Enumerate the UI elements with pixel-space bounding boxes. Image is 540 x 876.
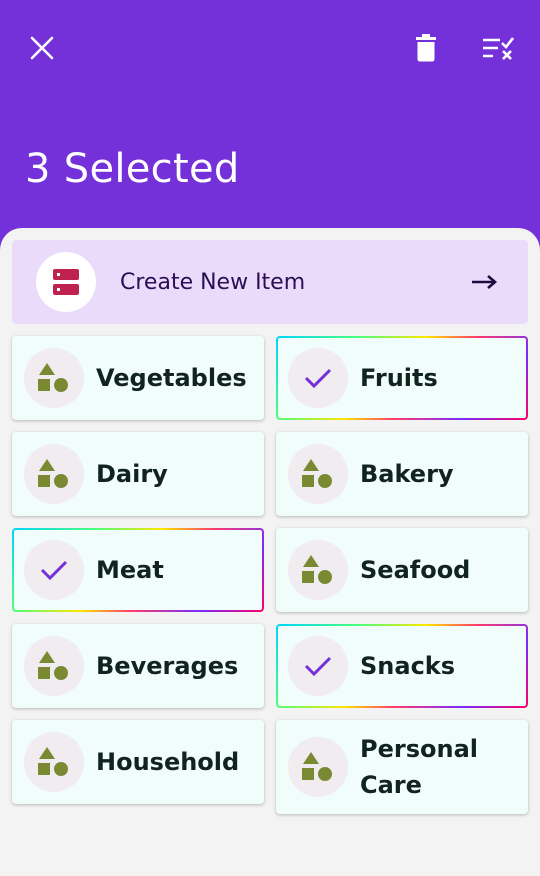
category-icon xyxy=(302,459,332,488)
category-label: Bakery xyxy=(360,460,454,488)
category-label: Snacks xyxy=(360,652,456,680)
category-avatar xyxy=(24,444,84,504)
create-item-avatar xyxy=(36,252,96,312)
category-card-vegetables[interactable]: Vegetables xyxy=(12,336,264,420)
delete-button[interactable] xyxy=(402,24,450,72)
category-card-snacks[interactable]: Snacks xyxy=(276,624,528,708)
deselect-all-icon xyxy=(483,37,514,60)
selected-avatar xyxy=(24,540,84,600)
category-card-bakery[interactable]: Bakery xyxy=(276,432,528,516)
category-label: Meat xyxy=(96,556,164,584)
check-icon xyxy=(304,368,332,389)
selected-avatar xyxy=(288,348,348,408)
category-icon xyxy=(38,363,68,392)
category-card-personal-care[interactable]: Personal Care xyxy=(276,720,528,814)
category-card-household[interactable]: Household xyxy=(12,720,264,804)
category-card-seafood[interactable]: Seafood xyxy=(276,528,528,612)
category-icon xyxy=(38,459,68,488)
trash-icon xyxy=(416,34,436,62)
category-card-meat[interactable]: Meat xyxy=(12,528,264,612)
storage-icon xyxy=(53,269,79,295)
page-title: 3 Selected xyxy=(25,146,240,192)
category-icon xyxy=(38,747,68,776)
category-avatar xyxy=(24,636,84,696)
category-card-beverages[interactable]: Beverages xyxy=(12,624,264,708)
category-card-dairy[interactable]: Dairy xyxy=(12,432,264,516)
category-icon xyxy=(302,752,332,781)
category-label: Dairy xyxy=(96,460,168,488)
category-avatar xyxy=(288,444,348,504)
category-label: Beverages xyxy=(96,652,239,680)
category-label: Vegetables xyxy=(96,364,247,392)
check-icon xyxy=(40,560,68,581)
category-label: Personal Care xyxy=(360,735,478,799)
category-label: Seafood xyxy=(360,556,471,584)
category-icon xyxy=(38,651,68,680)
close-icon xyxy=(30,36,54,60)
category-avatar xyxy=(288,540,348,600)
category-label: Household xyxy=(96,748,240,776)
close-button[interactable] xyxy=(18,24,66,72)
category-avatar xyxy=(24,732,84,792)
category-icon xyxy=(302,555,332,584)
category-avatar xyxy=(288,737,348,797)
create-item-label: Create New Item xyxy=(120,269,306,295)
category-label: Fruits xyxy=(360,364,438,392)
create-new-item-button[interactable]: Create New Item xyxy=(12,240,528,324)
deselect-all-button[interactable] xyxy=(474,24,522,72)
arrow-right-icon xyxy=(472,274,498,290)
check-icon xyxy=(304,656,332,677)
app-bar: 3 Selected xyxy=(0,0,540,240)
category-card-fruits[interactable]: Fruits xyxy=(276,336,528,420)
category-avatar xyxy=(24,348,84,408)
selected-avatar xyxy=(288,636,348,696)
